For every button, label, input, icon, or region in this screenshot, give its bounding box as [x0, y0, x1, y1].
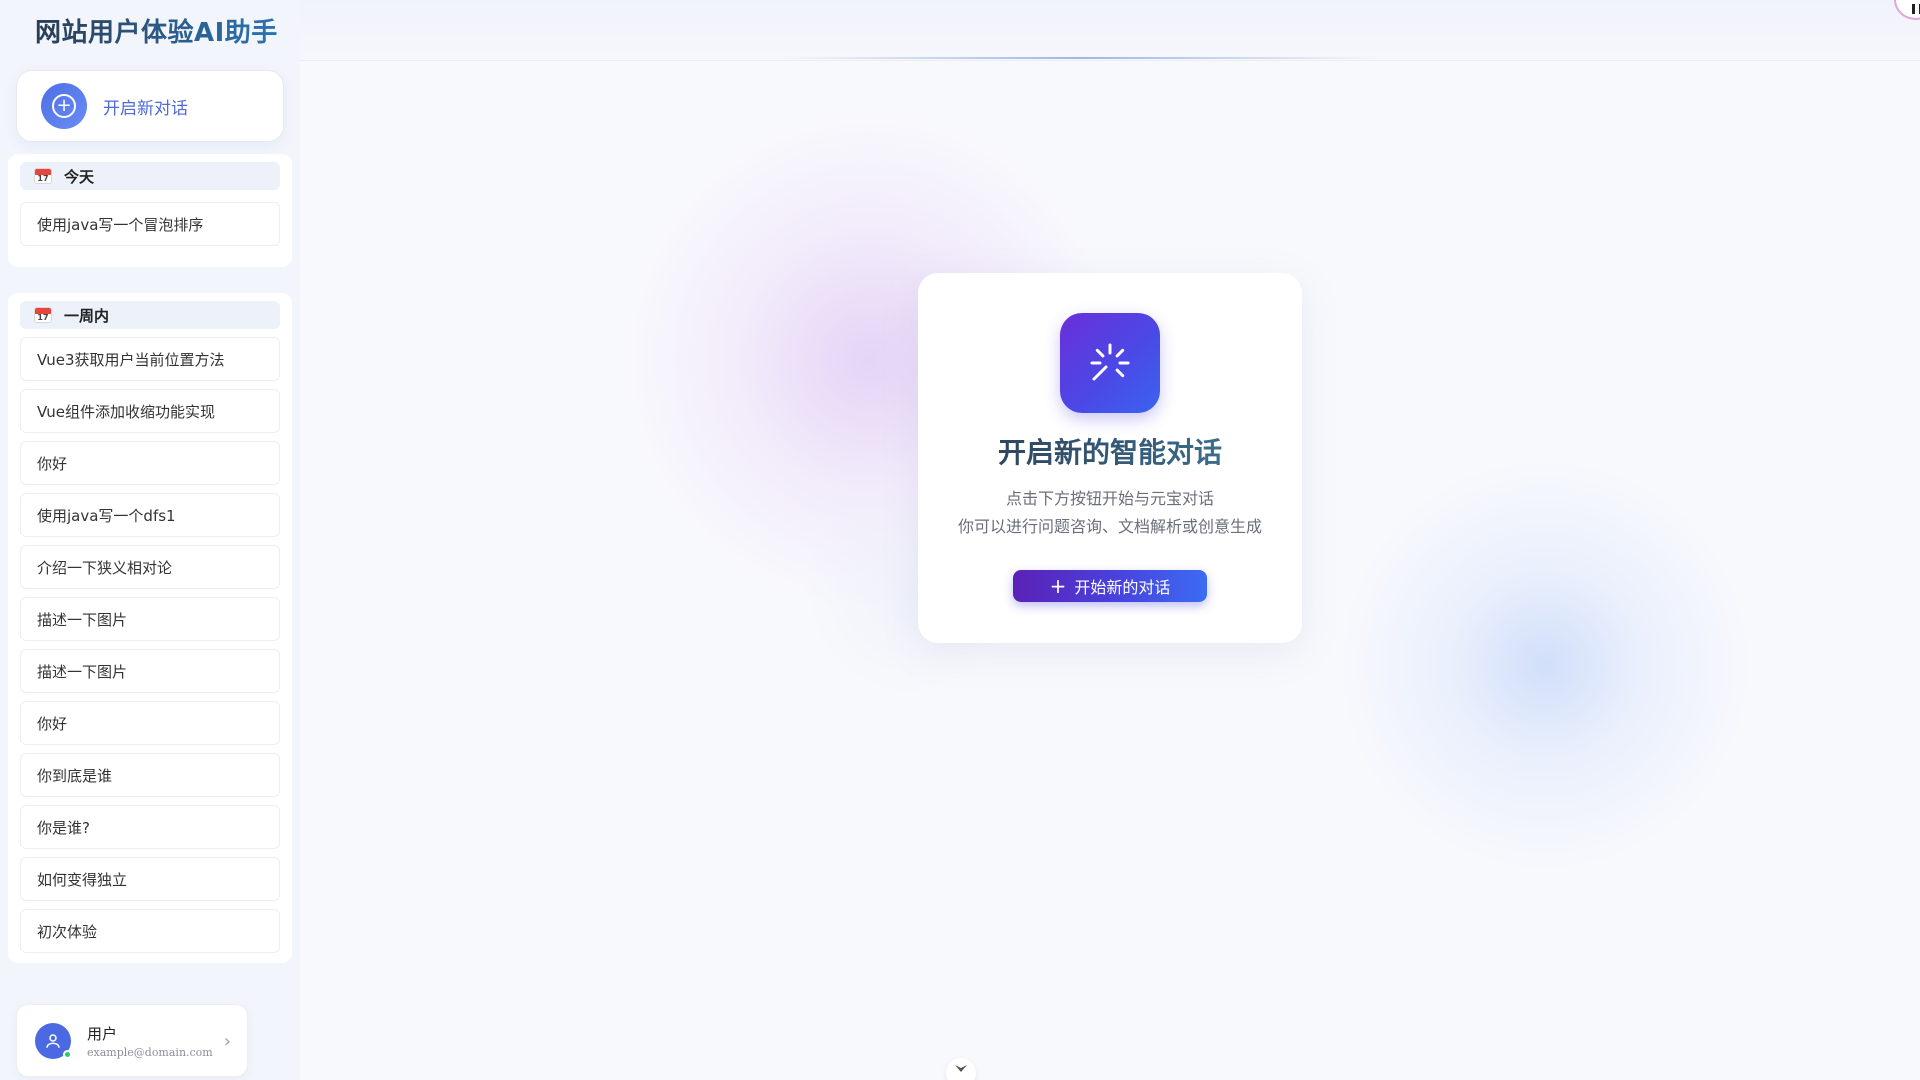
plus-circle-icon: + [41, 83, 87, 129]
history-item[interactable]: 你是谁? [20, 805, 280, 849]
history-item[interactable]: 初次体验 [20, 909, 280, 953]
group-title: 今天 [64, 167, 95, 186]
main-area: 开启新的智能对话 点击下方按钮开始与元宝对话 你可以进行问题咨询、文档解析或创意… [300, 0, 1920, 1080]
group-header: 一周内 [20, 301, 280, 329]
history-item[interactable]: 如何变得独立 [20, 857, 280, 901]
start-new-chat-button[interactable]: + 开始新的对话 [1013, 570, 1207, 602]
welcome-title: 开启新的智能对话 [918, 431, 1302, 471]
history-item[interactable]: 你好 [20, 441, 280, 485]
avatar [35, 1022, 72, 1059]
plus-icon: + [1049, 574, 1067, 598]
history-item[interactable]: 介绍一下狭义相对论 [20, 545, 280, 589]
history-item[interactable]: 使用java写一个dfs1 [20, 493, 280, 537]
sidebar: 网站用户体验AI助手 + 开启新对话 今天 使用java写一个冒泡排序 一周内 … [0, 0, 300, 1080]
app-title: 网站用户体验AI助手 [35, 12, 278, 49]
calendar-icon [34, 307, 52, 323]
welcome-subtitle: 你可以进行问题咨询、文档解析或创意生成 [957, 517, 1262, 536]
start-button-label: 开始新的对话 [1074, 578, 1171, 597]
new-chat-label: 开启新对话 [103, 98, 188, 119]
chevron-right-icon: › [223, 1031, 231, 1052]
scroll-down-button[interactable] [946, 1058, 976, 1080]
background-glow-blue [1320, 440, 1770, 890]
chevron-down-icon [955, 1065, 967, 1072]
history-item[interactable]: 描述一下图片 [20, 597, 280, 641]
new-chat-button[interactable]: + 开启新对话 [16, 70, 284, 142]
app-root: 网站用户体验AI助手 + 开启新对话 今天 使用java写一个冒泡排序 一周内 … [0, 0, 1920, 1080]
group-title: 一周内 [64, 306, 110, 325]
user-name: 用户 [87, 1024, 118, 1043]
history-item[interactable]: Vue3获取用户当前位置方法 [20, 337, 280, 381]
history-item[interactable]: 使用java写一个冒泡排序 [20, 202, 280, 246]
sparkle-loader-icon [1060, 313, 1160, 413]
history-item[interactable]: 你到底是谁 [20, 753, 280, 797]
user-email: example@domain.com [87, 1045, 213, 1059]
calendar-icon [34, 168, 52, 184]
history-group-today: 今天 使用java写一个冒泡排序 [8, 154, 292, 267]
user-info: 用户 example@domain.com [87, 1023, 213, 1059]
history-group-week: 一周内 Vue3获取用户当前位置方法 Vue组件添加收缩功能实现 你好 使用ja… [8, 293, 292, 963]
top-bar [300, 0, 1920, 60]
top-bar-divider [780, 57, 1380, 59]
history-item[interactable]: 描述一下图片 [20, 649, 280, 693]
history-item[interactable]: Vue组件添加收缩功能实现 [20, 389, 280, 433]
welcome-subtitle: 点击下方按钮开始与元宝对话 [1005, 489, 1214, 508]
welcome-card: 开启新的智能对话 点击下方按钮开始与元宝对话 你可以进行问题咨询、文档解析或创意… [918, 273, 1302, 643]
online-status-dot [63, 1049, 72, 1059]
history-item[interactable]: 你好 [20, 701, 280, 745]
group-header: 今天 [20, 162, 280, 190]
user-icon [46, 1033, 60, 1048]
user-profile-card[interactable]: 用户 example@domain.com › [16, 1004, 248, 1077]
pause-icon[interactable] [1894, 0, 1920, 20]
